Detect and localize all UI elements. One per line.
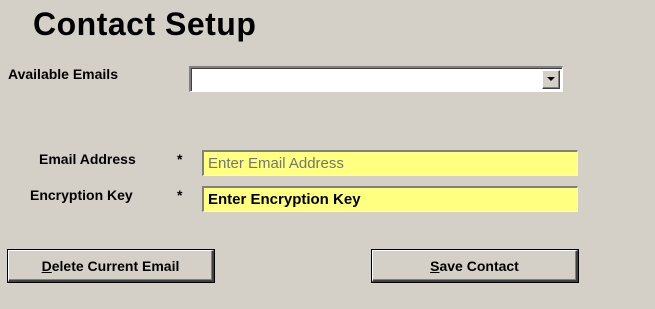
dropdown-button[interactable] [542, 70, 560, 89]
email-address-required-marker: * [177, 151, 183, 167]
page-title: Contact Setup [33, 6, 257, 42]
delete-button-mnemonic: D [41, 257, 52, 274]
save-button-label: ave Contact [439, 257, 519, 274]
chevron-down-icon [547, 77, 555, 81]
delete-current-email-button[interactable]: Delete Current Email [8, 250, 214, 282]
available-emails-select[interactable] [189, 66, 563, 92]
delete-button-label: elete Current Email [51, 257, 180, 274]
save-contact-button[interactable]: Save Contact [372, 250, 578, 282]
encryption-key-required-marker: * [177, 187, 183, 203]
encryption-key-label: Encryption Key [30, 187, 133, 203]
save-button-mnemonic: S [430, 257, 440, 274]
available-emails-label: Available Emails [8, 66, 118, 82]
email-address-field[interactable] [202, 150, 578, 176]
encryption-key-field[interactable] [202, 186, 578, 212]
email-address-label: Email Address [39, 151, 136, 167]
